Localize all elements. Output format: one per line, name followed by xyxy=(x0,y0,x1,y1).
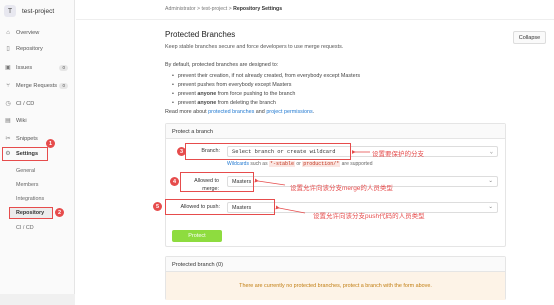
breadcrumb-current: Repository Settings xyxy=(233,6,283,12)
sidebar-item-label: Repository xyxy=(16,45,43,52)
sidebar-item-repository[interactable]: ▯ Repository xyxy=(4,43,72,54)
merge-icon: ⑂ xyxy=(6,82,10,89)
issues-icon: ▣ xyxy=(5,65,11,71)
scissors-icon: ✂ xyxy=(5,136,11,142)
breadcrumb-separator: > xyxy=(197,6,201,12)
annotation-box-push xyxy=(165,199,275,215)
bullet-item: prevent pushes from everybody except Mas… xyxy=(172,82,292,88)
annotation-marker-1: 1 xyxy=(46,139,55,148)
settings-sub-members[interactable]: Members xyxy=(16,182,38,188)
sidebar-item-label: Overview xyxy=(16,29,40,36)
breadcrumb-separator: > xyxy=(228,6,232,12)
project-name: test-project xyxy=(22,7,55,15)
merge-requests-count-badge: 0 xyxy=(59,82,68,89)
header-divider xyxy=(76,19,554,20)
annotation-box-branch xyxy=(185,143,351,160)
project-avatar: T xyxy=(4,5,16,17)
sidebar-item-settings[interactable]: ⚙ Settings xyxy=(4,148,72,159)
sidebar-item-label: Snippets xyxy=(16,135,38,142)
sidebar-item-snippets[interactable]: ✂ Snippets xyxy=(4,133,72,144)
annotation-marker-2: 2 xyxy=(55,208,64,217)
read-more: Read more about protected branches and p… xyxy=(165,109,315,115)
wildcard-help-text: Wildcards such as *-stable or production… xyxy=(227,161,373,167)
defaults-intro: By default, protected branches are desig… xyxy=(165,62,279,68)
annotation-note-branch: 设置要保护的分支 xyxy=(372,151,424,158)
protected-branch-list: Protected branch (0) There are currently… xyxy=(165,256,506,300)
sidebar-item-wiki[interactable]: ▤ Wiki xyxy=(4,115,72,126)
protected-branches-link[interactable]: protected branches xyxy=(208,109,254,115)
chevron-down-icon: ⌄ xyxy=(488,178,493,184)
sidebar-item-label: Wiki xyxy=(16,117,27,124)
annotation-note-merge: 设置允许向该分支merge的人员类型 xyxy=(290,185,393,192)
annotation-note-push: 设置允许向该分支push代码的人员类型 xyxy=(313,213,425,220)
protect-branch-header: Protect a branch xyxy=(166,124,505,139)
bullet-item: prevent anyone from force pushing to the… xyxy=(172,91,295,97)
annotation-marker-5: 5 xyxy=(153,202,162,211)
collapse-button[interactable]: Collapse xyxy=(513,31,546,44)
protected-branch-count-header: Protected branch (0) xyxy=(166,257,505,272)
breadcrumb-project[interactable]: test-project xyxy=(202,6,228,12)
book-open-icon: ▤ xyxy=(5,118,11,124)
annotation-marker-3: 3 xyxy=(177,147,186,156)
page: T test-project ⌂ Overview ▯ Repository ▣… xyxy=(0,0,554,305)
sidebar-item-label: Merge Requests xyxy=(16,82,58,89)
bullet-item: prevent their creation, if not already c… xyxy=(172,73,360,79)
project-header[interactable]: T test-project xyxy=(4,4,54,18)
sidebar-item-label: Settings xyxy=(16,150,39,157)
settings-sub-integrations[interactable]: Integrations xyxy=(16,196,44,202)
breadcrumb-admin[interactable]: Administrator xyxy=(165,6,196,12)
bullet-item: prevent anyone from deleting the branch xyxy=(172,100,276,106)
sidebar-item-issues[interactable]: ▣ Issues 0 xyxy=(4,62,72,73)
settings-sub-general[interactable]: General xyxy=(16,168,35,174)
settings-sub-repository[interactable]: Repository xyxy=(16,210,44,216)
home-icon: ⌂ xyxy=(6,29,10,36)
chevron-down-icon: ⌄ xyxy=(488,204,493,210)
annotation-box-merge xyxy=(180,172,254,192)
section-subtitle: Keep stable branches secure and force de… xyxy=(165,44,344,50)
wildcards-link[interactable]: Wildcards xyxy=(227,161,249,167)
section-title: Protected Branches xyxy=(165,30,236,39)
sidebar: T test-project ⌂ Overview ▯ Repository ▣… xyxy=(0,0,75,305)
protect-button[interactable]: Protect xyxy=(172,230,222,242)
breadcrumb: Administrator > test-project > Repositor… xyxy=(165,6,282,12)
empty-state-message: There are currently no protected branche… xyxy=(166,272,505,300)
sidebar-item-label: Issues xyxy=(16,64,33,71)
annotation-marker-4: 4 xyxy=(170,177,179,186)
chevron-down-icon: ⌄ xyxy=(489,148,493,155)
sidebar-item-ci-cd[interactable]: ◷ CI / CD xyxy=(4,98,72,109)
gear-icon: ⚙ xyxy=(5,151,11,157)
sidebar-item-label: CI / CD xyxy=(16,100,35,107)
sidebar-item-merge-requests[interactable]: ⑂ Merge Requests 0 xyxy=(4,80,72,91)
book-icon: ▯ xyxy=(6,46,10,52)
project-permissions-link[interactable]: project permissions xyxy=(266,109,312,115)
sidebar-collapse-bar[interactable] xyxy=(0,294,75,305)
rocket-icon: ◷ xyxy=(5,101,11,107)
settings-sub-ci-cd[interactable]: CI / CD xyxy=(16,225,34,231)
sidebar-item-overview[interactable]: ⌂ Overview xyxy=(4,27,72,38)
issues-count-badge: 0 xyxy=(59,64,68,71)
